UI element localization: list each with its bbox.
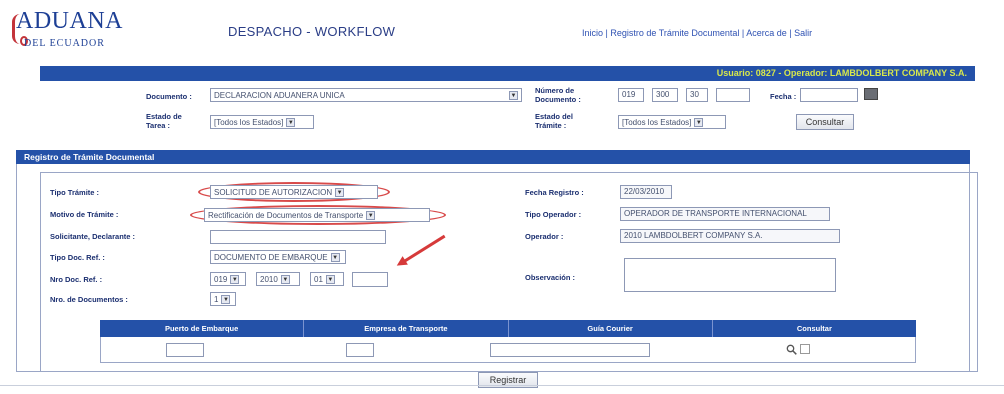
consultar-button[interactable]: Consultar — [796, 114, 854, 130]
fecha-registro-label: Fecha Registro : — [525, 188, 584, 197]
nro-documentos-value: 1 — [214, 294, 219, 304]
chevron-down-icon: ▼ — [221, 294, 231, 304]
bottom-divider — [0, 385, 1004, 386]
nro-doc-part-3-value: 01 — [314, 274, 323, 284]
section-title: Registro de Trámite Documental — [16, 150, 970, 164]
operador-input[interactable]: 2010 LAMBDOLBERT COMPANY S.A. — [620, 229, 840, 243]
chevron-down-icon: ▼ — [694, 117, 704, 127]
column-guia-courier: Guía Courier — [509, 320, 713, 337]
chevron-down-icon: ▼ — [230, 274, 240, 284]
estado-tarea-label: Estado de Tarea : — [146, 112, 182, 130]
documento-select[interactable]: DECLARACION ADUANERA UNICA ▼ — [210, 88, 522, 102]
puerto-embarque-input[interactable] — [166, 343, 204, 357]
nro-documentos-select[interactable]: 1 ▼ — [210, 292, 236, 306]
tipo-doc-ref-select[interactable]: DOCUMENTO DE EMBARQUE ▼ — [210, 250, 346, 264]
documento-select-value: DECLARACION ADUANERA UNICA — [214, 90, 345, 100]
nro-doc-ref-label: Nro Doc. Ref. : — [50, 275, 103, 284]
tipo-doc-ref-label: Tipo Doc. Ref. : — [50, 253, 105, 262]
nro-doc-part-1-value: 019 — [214, 274, 228, 284]
numero-documento-part-3[interactable]: 30 — [686, 88, 708, 102]
guia-courier-input[interactable] — [490, 343, 650, 357]
tipo-doc-ref-value: DOCUMENTO DE EMBARQUE — [214, 252, 328, 262]
estado-tramite-select[interactable]: [Todos los Estados] ▼ — [618, 115, 726, 129]
observacion-textarea[interactable] — [624, 258, 836, 292]
chevron-down-icon: ▼ — [509, 90, 518, 100]
chevron-down-icon: ▼ — [366, 210, 376, 220]
nav-link-acerca[interactable]: Acerca de — [746, 28, 787, 38]
tipo-tramite-label: Tipo Trámite : — [50, 188, 100, 197]
numero-documento-label: Número de Documento : — [535, 86, 581, 104]
tipo-operador-input[interactable]: OPERADOR DE TRANSPORTE INTERNACIONAL — [620, 207, 830, 221]
fecha-input[interactable] — [800, 88, 858, 102]
nav-link-inicio[interactable]: Inicio — [582, 28, 603, 38]
empresa-transporte-input[interactable] — [346, 343, 374, 357]
nav-link-salir[interactable]: Salir — [794, 28, 812, 38]
tipo-tramite-select[interactable]: SOLICITUD DE AUTORIZACION ▼ — [210, 185, 378, 199]
column-puerto-embarque: Puerto de Embarque — [100, 320, 305, 337]
estado-tramite-value: [Todos los Estados] — [622, 117, 692, 127]
search-icon[interactable] — [786, 344, 797, 355]
tipo-operador-label: Tipo Operador : — [525, 210, 582, 219]
column-consultar: Consultar — [796, 324, 832, 333]
operador-label: Operador : — [525, 232, 564, 241]
estado-tarea-select[interactable]: [Todos los Estados] ▼ — [210, 115, 314, 129]
solicitante-input[interactable] — [210, 230, 386, 244]
motivo-tramite-select[interactable]: Rectificación de Documentos de Transport… — [204, 208, 430, 222]
logo-title: ADUANA — [16, 8, 123, 34]
motivo-tramite-label: Motivo de Trámite : — [50, 210, 119, 219]
nro-doc-part-4[interactable] — [352, 272, 388, 287]
nro-doc-part-2[interactable]: 2010 ▼ — [256, 272, 300, 286]
observacion-label: Observación : — [525, 273, 576, 282]
estado-tramite-label: Estado del Trámite : — [535, 112, 573, 130]
column-empresa-transporte: Empresa de Transporte — [304, 320, 509, 337]
top-nav-links: Inicio | Registro de Trámite Documental … — [582, 28, 813, 38]
app-title: DESPACHO - WORKFLOW — [228, 24, 396, 39]
numero-documento-part-1[interactable]: 019 — [618, 88, 644, 102]
fecha-label: Fecha : — [770, 92, 797, 101]
nro-doc-part-3[interactable]: 01 ▼ — [310, 272, 344, 286]
consultar-checkbox[interactable] — [800, 344, 810, 354]
nav-link-registro[interactable]: Registro de Trámite Documental — [610, 28, 739, 38]
logo-subtitle: DEL ECUADOR — [24, 38, 105, 49]
fecha-registro-input[interactable]: 22/03/2010 — [620, 185, 672, 199]
chevron-down-icon: ▼ — [335, 187, 345, 197]
chevron-down-icon: ▼ — [280, 274, 290, 284]
nro-doc-part-2-value: 2010 — [260, 274, 278, 284]
numero-documento-part-2[interactable]: 300 — [652, 88, 678, 102]
grid-header: Puerto de Embarque Empresa de Transporte… — [100, 320, 916, 337]
numero-documento-part-4[interactable] — [716, 88, 750, 102]
tipo-tramite-value: SOLICITUD DE AUTORIZACION — [214, 187, 333, 197]
chevron-down-icon: ▼ — [325, 274, 335, 284]
documento-label: Documento : — [146, 92, 192, 101]
solicitante-label: Solicitante, Declarante : — [50, 232, 136, 241]
calendar-icon[interactable] — [864, 88, 878, 100]
chevron-down-icon: ▼ — [286, 117, 296, 127]
user-bar: Usuario: 0827 - Operador: LAMBDOLBERT CO… — [40, 66, 975, 81]
chevron-down-icon: ▼ — [330, 252, 340, 262]
estado-tarea-value: [Todos los Estados] — [214, 117, 284, 127]
motivo-tramite-value: Rectificación de Documentos de Transport… — [208, 210, 364, 220]
nro-doc-part-1[interactable]: 019 ▼ — [210, 272, 246, 286]
nro-documentos-label: Nro. de Documentos : — [50, 295, 128, 304]
